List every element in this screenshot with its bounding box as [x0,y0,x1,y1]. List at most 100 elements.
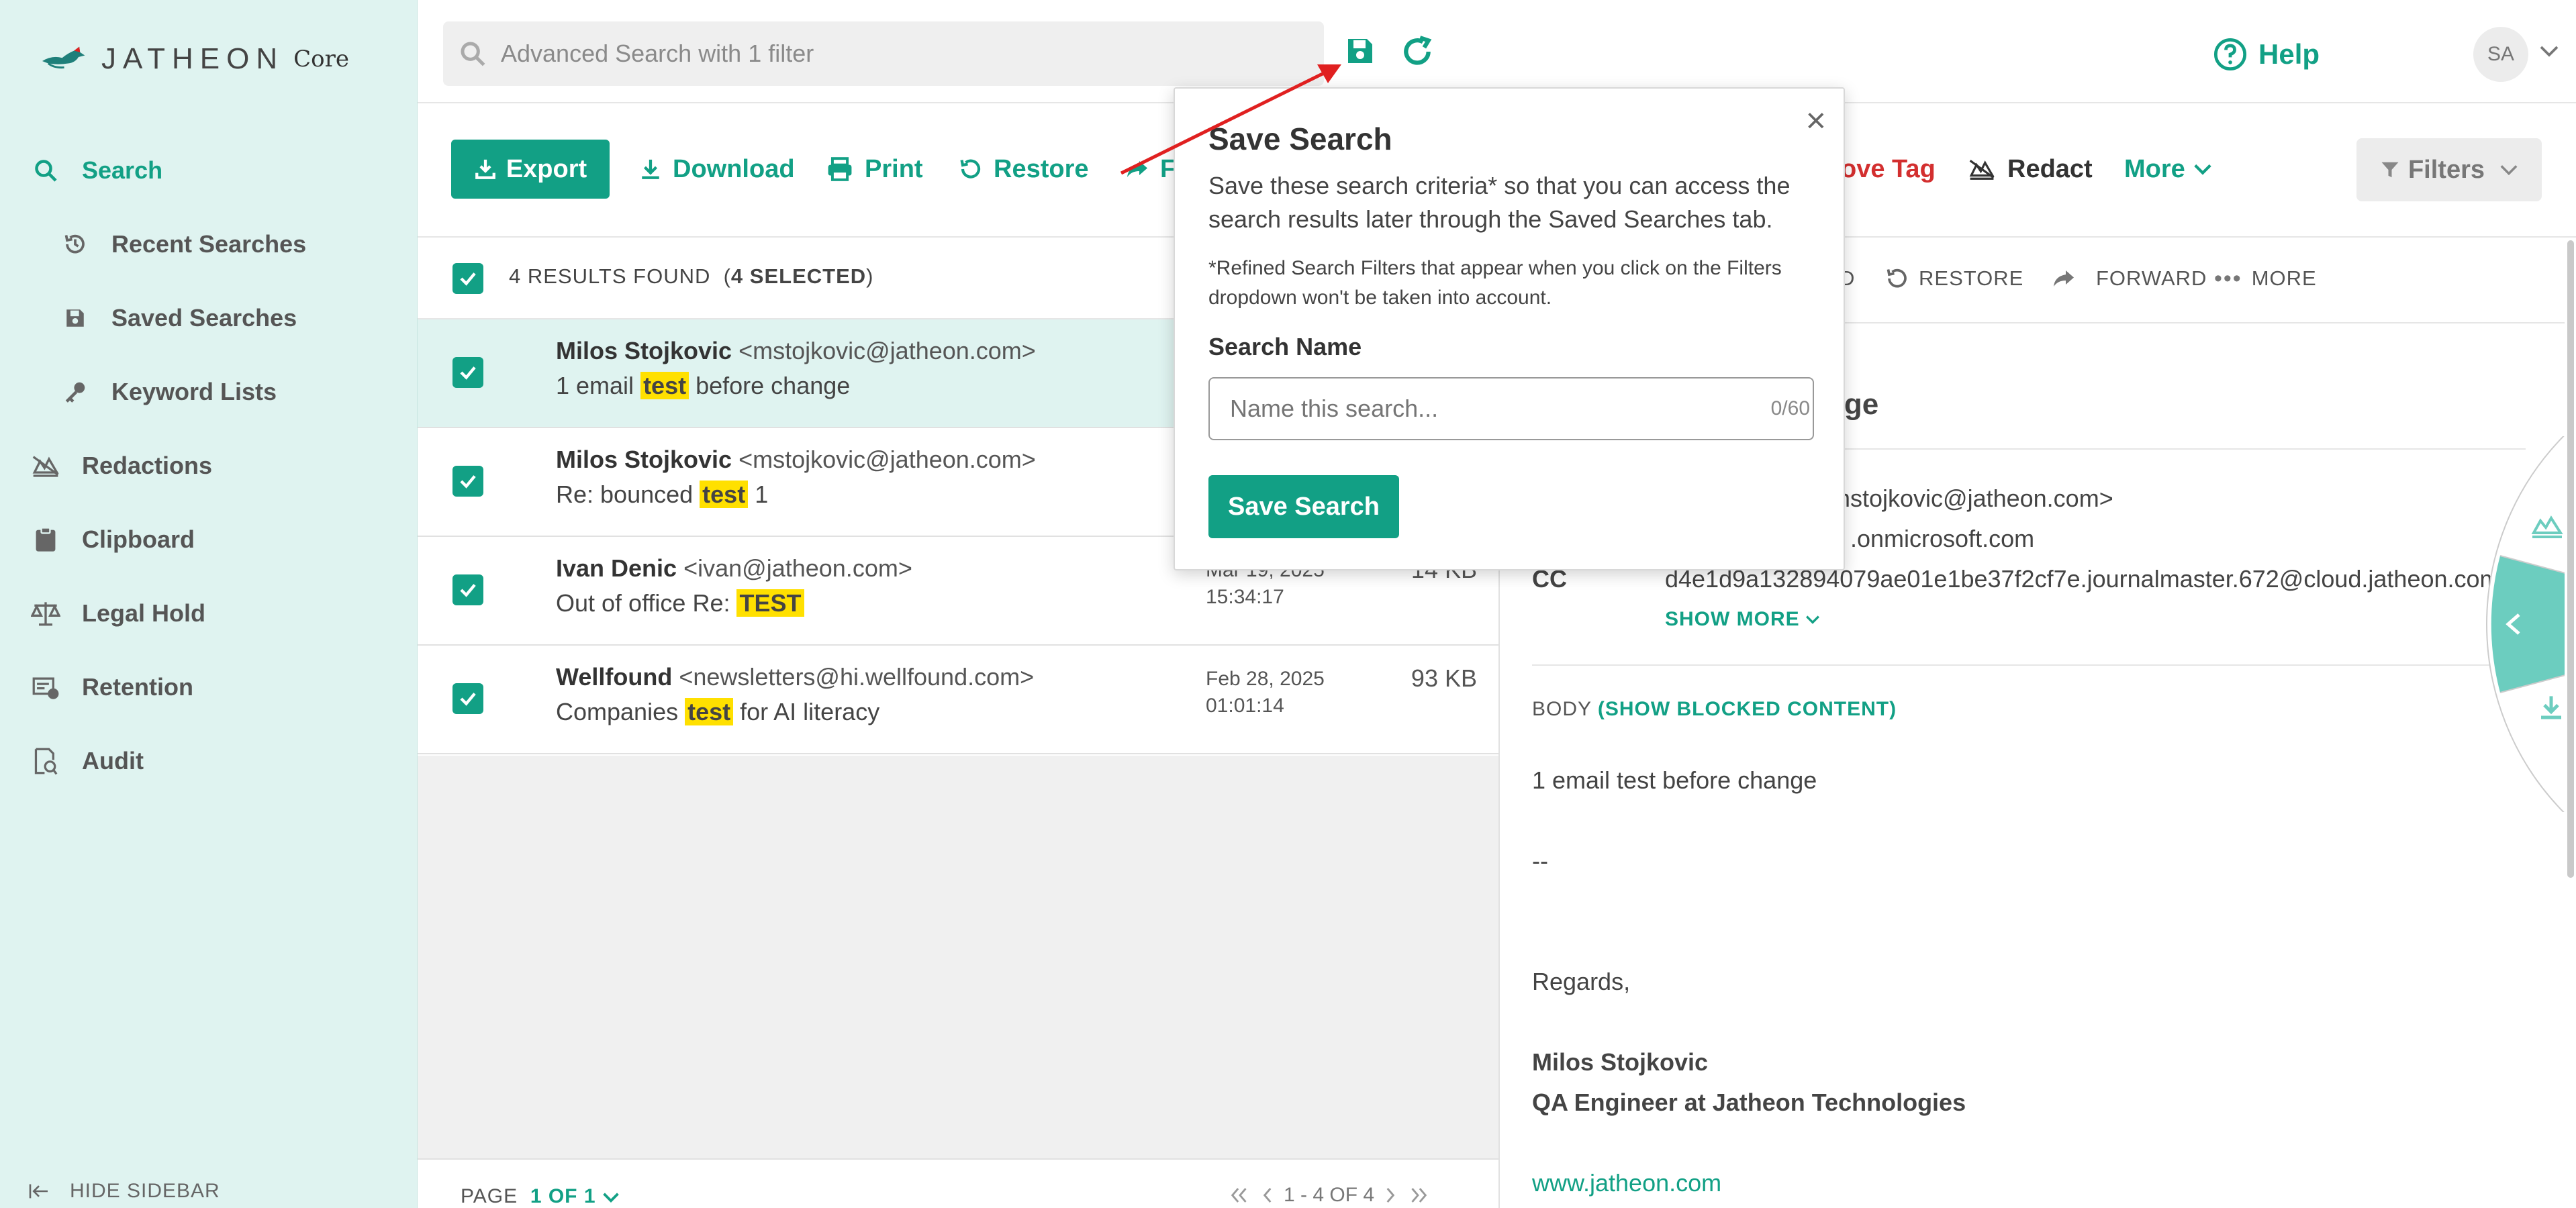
search-name-field[interactable] [1208,377,1814,440]
chevron-down-icon[interactable] [2539,44,2559,58]
print-button[interactable]: Print [826,146,923,192]
chevron-down-icon [2193,163,2212,175]
download-icon[interactable] [2538,694,2565,721]
restore-button[interactable]: Restore [959,146,1089,192]
help-label: Help [2258,38,2320,70]
action-label: MORE [2251,266,2317,290]
sidebar-item-recent-searches[interactable]: Recent Searches [58,217,306,271]
from-value: mstojkovic@jatheon.com> [1830,485,2113,512]
check-icon [460,584,476,597]
export-button[interactable]: Export [451,140,610,199]
page-select[interactable]: 1 OF 1 [530,1185,596,1207]
filters-button[interactable]: Filters [2356,138,2542,201]
time-text: 01:01:14 [1206,695,1284,717]
sender-name: Ivan Denic [556,554,677,582]
ellipsis-icon: ••• [2214,265,2242,291]
row-checkbox[interactable] [452,574,483,605]
chevron-down-icon [1805,615,1820,624]
subject: Re: bounced test 1 [556,481,768,509]
save-icon [58,301,93,336]
search-placeholder: Advanced Search with 1 filter [501,40,814,67]
search-name-label: Search Name [1208,333,1362,360]
sidebar-item-redactions[interactable]: Redactions [28,439,212,493]
subject-text: 1 [748,481,769,508]
subject-text: Re: bounced [556,481,700,508]
scrollbar[interactable] [2565,238,2576,882]
sidebar-item-clipboard[interactable]: Clipboard [28,513,195,566]
sidebar-item-search[interactable]: Search [28,144,162,197]
restore-icon [1885,266,1909,291]
preview-restore-button[interactable]: RESTORE [1885,263,2023,294]
row-checkbox[interactable] [452,466,483,497]
show-more-label: SHOW MORE [1665,608,1800,630]
preview-forward-button[interactable]: FORWARD [2052,263,2207,294]
close-icon[interactable]: × [1806,101,1826,141]
subject-text: Companies [556,698,685,725]
download-button[interactable]: Download [639,146,795,192]
radial-menu[interactable] [2460,436,2576,812]
chevron-down-icon [2499,164,2518,176]
message-size: 93 KB [1411,664,1477,692]
annotation-arrow [1120,64,1341,175]
sidebar-item-label: Saved Searches [111,304,297,332]
export-label: Export [506,154,587,183]
sidebar-item-label: Search [82,156,163,184]
last-page-icon[interactable] [1406,1187,1429,1204]
preview-more-button[interactable]: ••• MORE [2214,263,2317,294]
signature-link[interactable]: www.jatheon.com [1532,1169,1721,1197]
search-icon [28,153,63,188]
sidebar-item-keyword-lists[interactable]: Keyword Lists [58,365,277,419]
chevron-down-icon [602,1192,620,1203]
logo-suffix: Core [293,46,349,72]
sidebar-item-legal-hold[interactable]: Legal Hold [28,587,205,640]
filter-icon [2380,160,2400,180]
row-checkbox[interactable] [452,357,483,388]
results-count: 4 RESULTS FOUND (4 SELECTED) [509,264,874,288]
next-page-icon[interactable] [1384,1187,1397,1204]
sender: Milos Stojkovic <mstojkovic@jatheon.com> [556,446,1036,474]
search-highlight: test [700,481,749,508]
body-text: -- [1532,847,1548,874]
show-blocked-content-link[interactable]: (SHOW BLOCKED CONTENT) [1598,698,1897,720]
sidebar-item-audit[interactable]: Audit [28,734,144,788]
prev-page-icon[interactable] [1261,1187,1274,1204]
show-more-link[interactable]: SHOW MORE [1665,608,1820,631]
sidebar-item-retention[interactable]: Retention [28,660,193,714]
body-text: Regards, [1532,968,1631,995]
save-search-submit-button[interactable]: Save Search [1208,475,1399,538]
action-label: FORWARD [2096,266,2207,290]
help-link[interactable]: Help [2213,31,2320,78]
check-icon [460,272,476,286]
remove-tag-label: ove Tag [1841,154,1936,183]
hide-sidebar-button[interactable]: HIDE SIDEBAR [28,1180,220,1203]
history-icon [58,227,93,262]
remove-tag-button[interactable]: ove Tag [1841,146,1936,192]
sidebar-item-label: Audit [82,747,144,774]
print-label: Print [865,154,923,183]
restore-label: Restore [994,154,1089,183]
search-highlight: test [640,372,689,399]
avatar[interactable]: SA [2473,27,2528,82]
redact-icon[interactable] [2530,514,2565,541]
search-highlight: test [685,698,734,725]
select-all-checkbox[interactable] [452,263,483,294]
refresh-button[interactable] [1400,35,1441,75]
search-highlight: TEST [736,589,804,617]
export-icon [474,158,497,181]
table-row[interactable]: Wellfound <newsletters@hi.wellfound.com>… [418,646,1498,754]
redact-button[interactable]: Redact [1967,146,2093,192]
row-checkbox[interactable] [452,683,483,714]
download-icon [639,158,662,181]
jatheon-logo[interactable]: JATHEON Core [40,32,349,86]
forward-icon [2052,268,2076,289]
list-empty-area [418,756,1498,1158]
print-icon [826,156,854,182]
check-icon [460,693,476,706]
popup-note: *Refined Search Filters that appear when… [1208,257,1782,309]
pager-nav: 1 - 4 OF 4 [1229,1184,1429,1207]
first-page-icon[interactable] [1229,1187,1251,1204]
sidebar-item-saved-searches[interactable]: Saved Searches [58,291,297,345]
divider [1532,664,2526,666]
more-button[interactable]: More [2124,146,2212,192]
clipboard-icon [28,522,63,557]
